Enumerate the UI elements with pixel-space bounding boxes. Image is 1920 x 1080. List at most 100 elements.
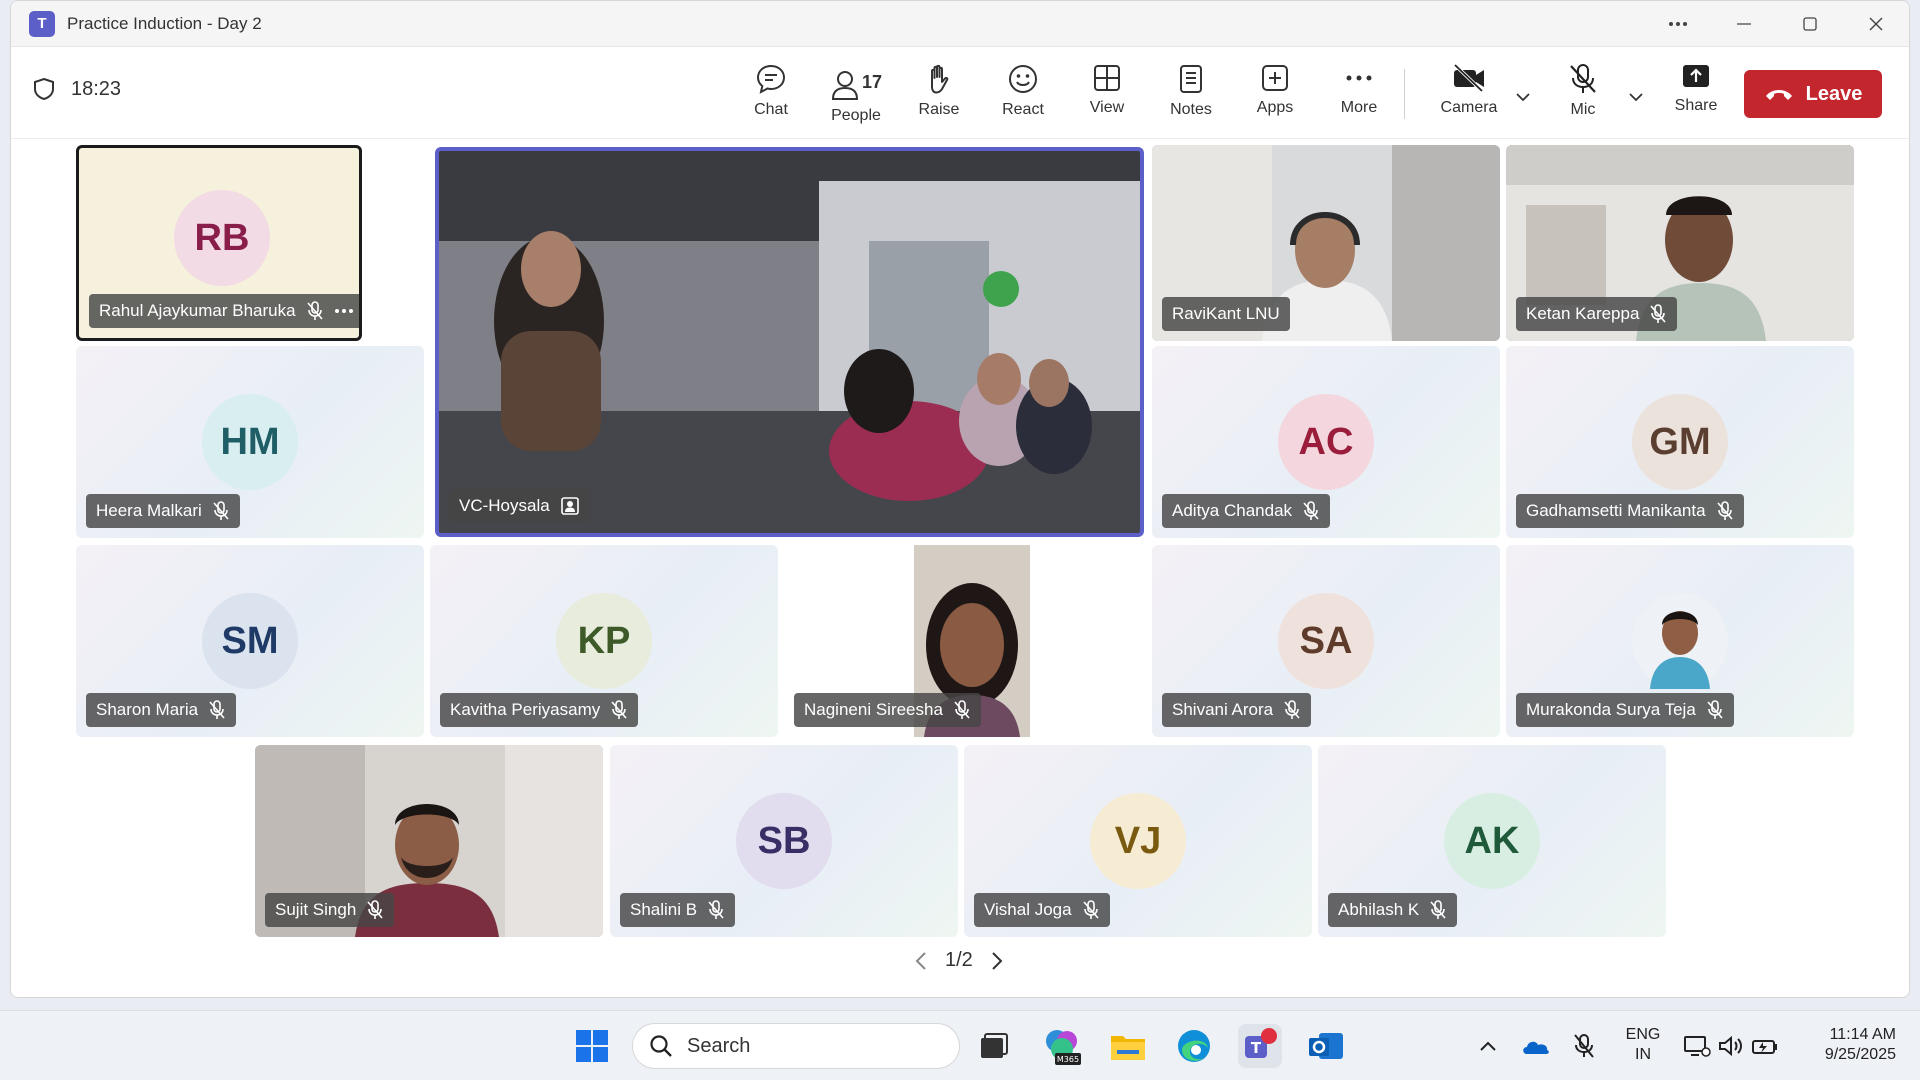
teams-logo-icon: T <box>29 10 55 37</box>
smiley-icon <box>1009 65 1037 93</box>
svg-text:M365: M365 <box>1057 1055 1079 1064</box>
view-button[interactable]: View <box>1067 57 1147 131</box>
hang-up-icon <box>1765 90 1792 100</box>
participant-name: Heera Malkari <box>96 501 202 520</box>
mic-muted-icon <box>954 700 970 719</box>
participant-tile[interactable]: GM Gadhamsetti Manikanta <box>1506 346 1854 538</box>
outlook-icon[interactable] <box>1304 1024 1348 1068</box>
name-pill: Kavitha Periyasamy <box>440 693 639 727</box>
name-pill: RaviKant LNU <box>1162 297 1290 331</box>
more-button[interactable]: More <box>1319 57 1399 131</box>
participant-name: Sujit Singh <box>275 900 357 919</box>
more-options-icon[interactable] <box>334 308 354 314</box>
search-icon <box>650 1035 672 1057</box>
window-title: Practice Induction - Day 2 <box>67 13 262 33</box>
taskbar-clock[interactable]: 11:14 AM 9/25/2025 <box>1800 1025 1896 1065</box>
name-pill: Rahul Ajaykumar Bharuka <box>89 294 359 328</box>
participant-tile[interactable]: Murakonda Surya Teja <box>1506 545 1854 737</box>
more-dots-icon <box>1346 75 1372 81</box>
teams-app-icon[interactable]: T <box>1238 1024 1282 1068</box>
input-language-indicator[interactable]: ENG IN <box>1618 1025 1668 1065</box>
participant-tile[interactable]: VJ Vishal Joga <box>964 745 1312 937</box>
raise-label: Raise <box>918 101 960 118</box>
windows-taskbar: Search M365 T ENG IN 11:14 AM 9/25/2025 <box>0 1010 1920 1080</box>
participant-tile[interactable]: KP Kavitha Periyasamy <box>430 545 778 737</box>
avatar: HM <box>202 394 298 490</box>
participant-name: Nagineni Sireesha <box>804 700 943 719</box>
more-label: More <box>1340 99 1378 116</box>
svg-text:T: T <box>1251 1039 1262 1057</box>
participant-tile[interactable]: Sujit Singh <box>255 745 603 937</box>
participant-tile[interactable]: HM Heera Malkari <box>76 346 424 538</box>
mic-muted-icon <box>1284 700 1300 719</box>
people-count: 17 <box>861 71 883 92</box>
participant-tile[interactable]: SM Sharon Maria <box>76 545 424 737</box>
name-pill: Murakonda Surya Teja <box>1516 693 1734 727</box>
taskbar-search-box[interactable]: Search <box>632 1023 960 1069</box>
file-explorer-icon[interactable] <box>1106 1024 1150 1068</box>
microphone-muted-tray-icon[interactable] <box>1562 1024 1606 1068</box>
participant-name: Abhilash K <box>1338 900 1420 919</box>
avatar: SA <box>1278 593 1374 689</box>
chevron-right-icon[interactable] <box>991 951 1003 971</box>
avatar: KP <box>556 593 652 689</box>
mic-options-chevron-icon[interactable] <box>1624 87 1648 107</box>
task-view-icon[interactable] <box>972 1024 1016 1068</box>
participant-tile[interactable]: AK Abhilash K <box>1318 745 1666 937</box>
mic-muted-icon <box>306 301 323 320</box>
maximize-button[interactable] <box>1777 1 1843 47</box>
raise-hand-icon <box>931 64 949 94</box>
onedrive-cloud-icon[interactable] <box>1514 1024 1558 1068</box>
gallery-pager: 1/2 <box>915 949 1003 972</box>
participant-tile[interactable]: Ketan Kareppa <box>1506 145 1854 341</box>
avatar: AK <box>1444 793 1540 889</box>
minimize-button[interactable] <box>1711 1 1777 47</box>
name-pill: Heera Malkari <box>86 494 240 528</box>
video-stage: RB Rahul Ajaykumar Bharuka VC-Hoysala Ra… <box>11 139 1909 997</box>
more-options-icon[interactable] <box>1645 1 1711 47</box>
notes-button[interactable]: Notes <box>1151 57 1231 131</box>
chevron-left-icon[interactable] <box>915 951 927 971</box>
participant-tile-speaking[interactable]: VC-Hoysala <box>435 147 1144 537</box>
participant-tile[interactable]: RB Rahul Ajaykumar Bharuka <box>76 145 362 341</box>
apps-button[interactable]: Apps <box>1235 57 1315 131</box>
profile-photo-avatar <box>1632 593 1728 689</box>
name-pill: Sharon Maria <box>86 693 237 727</box>
view-label: View <box>1089 99 1125 116</box>
raise-hand-button[interactable]: Raise <box>899 57 979 131</box>
share-label: Share <box>1674 97 1718 114</box>
clock-date: 9/25/2025 <box>1824 1046 1896 1063</box>
notes-label: Notes <box>1170 101 1212 118</box>
mic-button[interactable]: Mic <box>1543 57 1623 131</box>
chat-button[interactable]: Chat <box>731 57 811 131</box>
participant-tile[interactable]: RaviKant LNU <box>1152 145 1500 341</box>
people-button[interactable]: 17 People <box>816 57 896 131</box>
participant-tile[interactable]: SB Shalini B <box>610 745 958 937</box>
participant-tile[interactable]: SA Shivani Arora <box>1152 545 1500 737</box>
participant-tile[interactable]: AC Aditya Chandak <box>1152 346 1500 538</box>
page-indicator: 1/2 <box>945 949 973 971</box>
leave-label: Leave <box>1805 82 1863 105</box>
close-button[interactable] <box>1843 1 1909 47</box>
mic-muted-icon <box>611 700 627 719</box>
edge-browser-icon[interactable] <box>1172 1024 1216 1068</box>
participant-tile[interactable]: Nagineni Sireesha <box>784 545 1132 737</box>
react-label: React <box>1002 101 1044 118</box>
windows-start-icon[interactable] <box>570 1024 614 1068</box>
share-button[interactable]: Share <box>1656 57 1736 131</box>
avatar: AC <box>1278 394 1374 490</box>
people-icon <box>831 71 858 100</box>
share-screen-icon <box>1683 65 1709 87</box>
react-button[interactable]: React <box>983 57 1063 131</box>
system-tray-status[interactable] <box>1676 1024 1786 1068</box>
region-code: IN <box>1635 1046 1651 1063</box>
camera-options-chevron-icon[interactable] <box>1511 87 1535 107</box>
leave-button[interactable]: Leave <box>1744 70 1882 118</box>
participant-name: Gadhamsetti Manikanta <box>1526 501 1706 520</box>
mic-muted-icon <box>367 900 383 919</box>
m365-copilot-icon[interactable]: M365 <box>1040 1024 1084 1068</box>
camera-button[interactable]: Camera <box>1429 57 1509 131</box>
show-hidden-icons-chevron-icon[interactable] <box>1466 1024 1510 1068</box>
mic-muted-icon <box>1707 700 1723 719</box>
participant-name: Kavitha Periyasamy <box>450 700 601 719</box>
